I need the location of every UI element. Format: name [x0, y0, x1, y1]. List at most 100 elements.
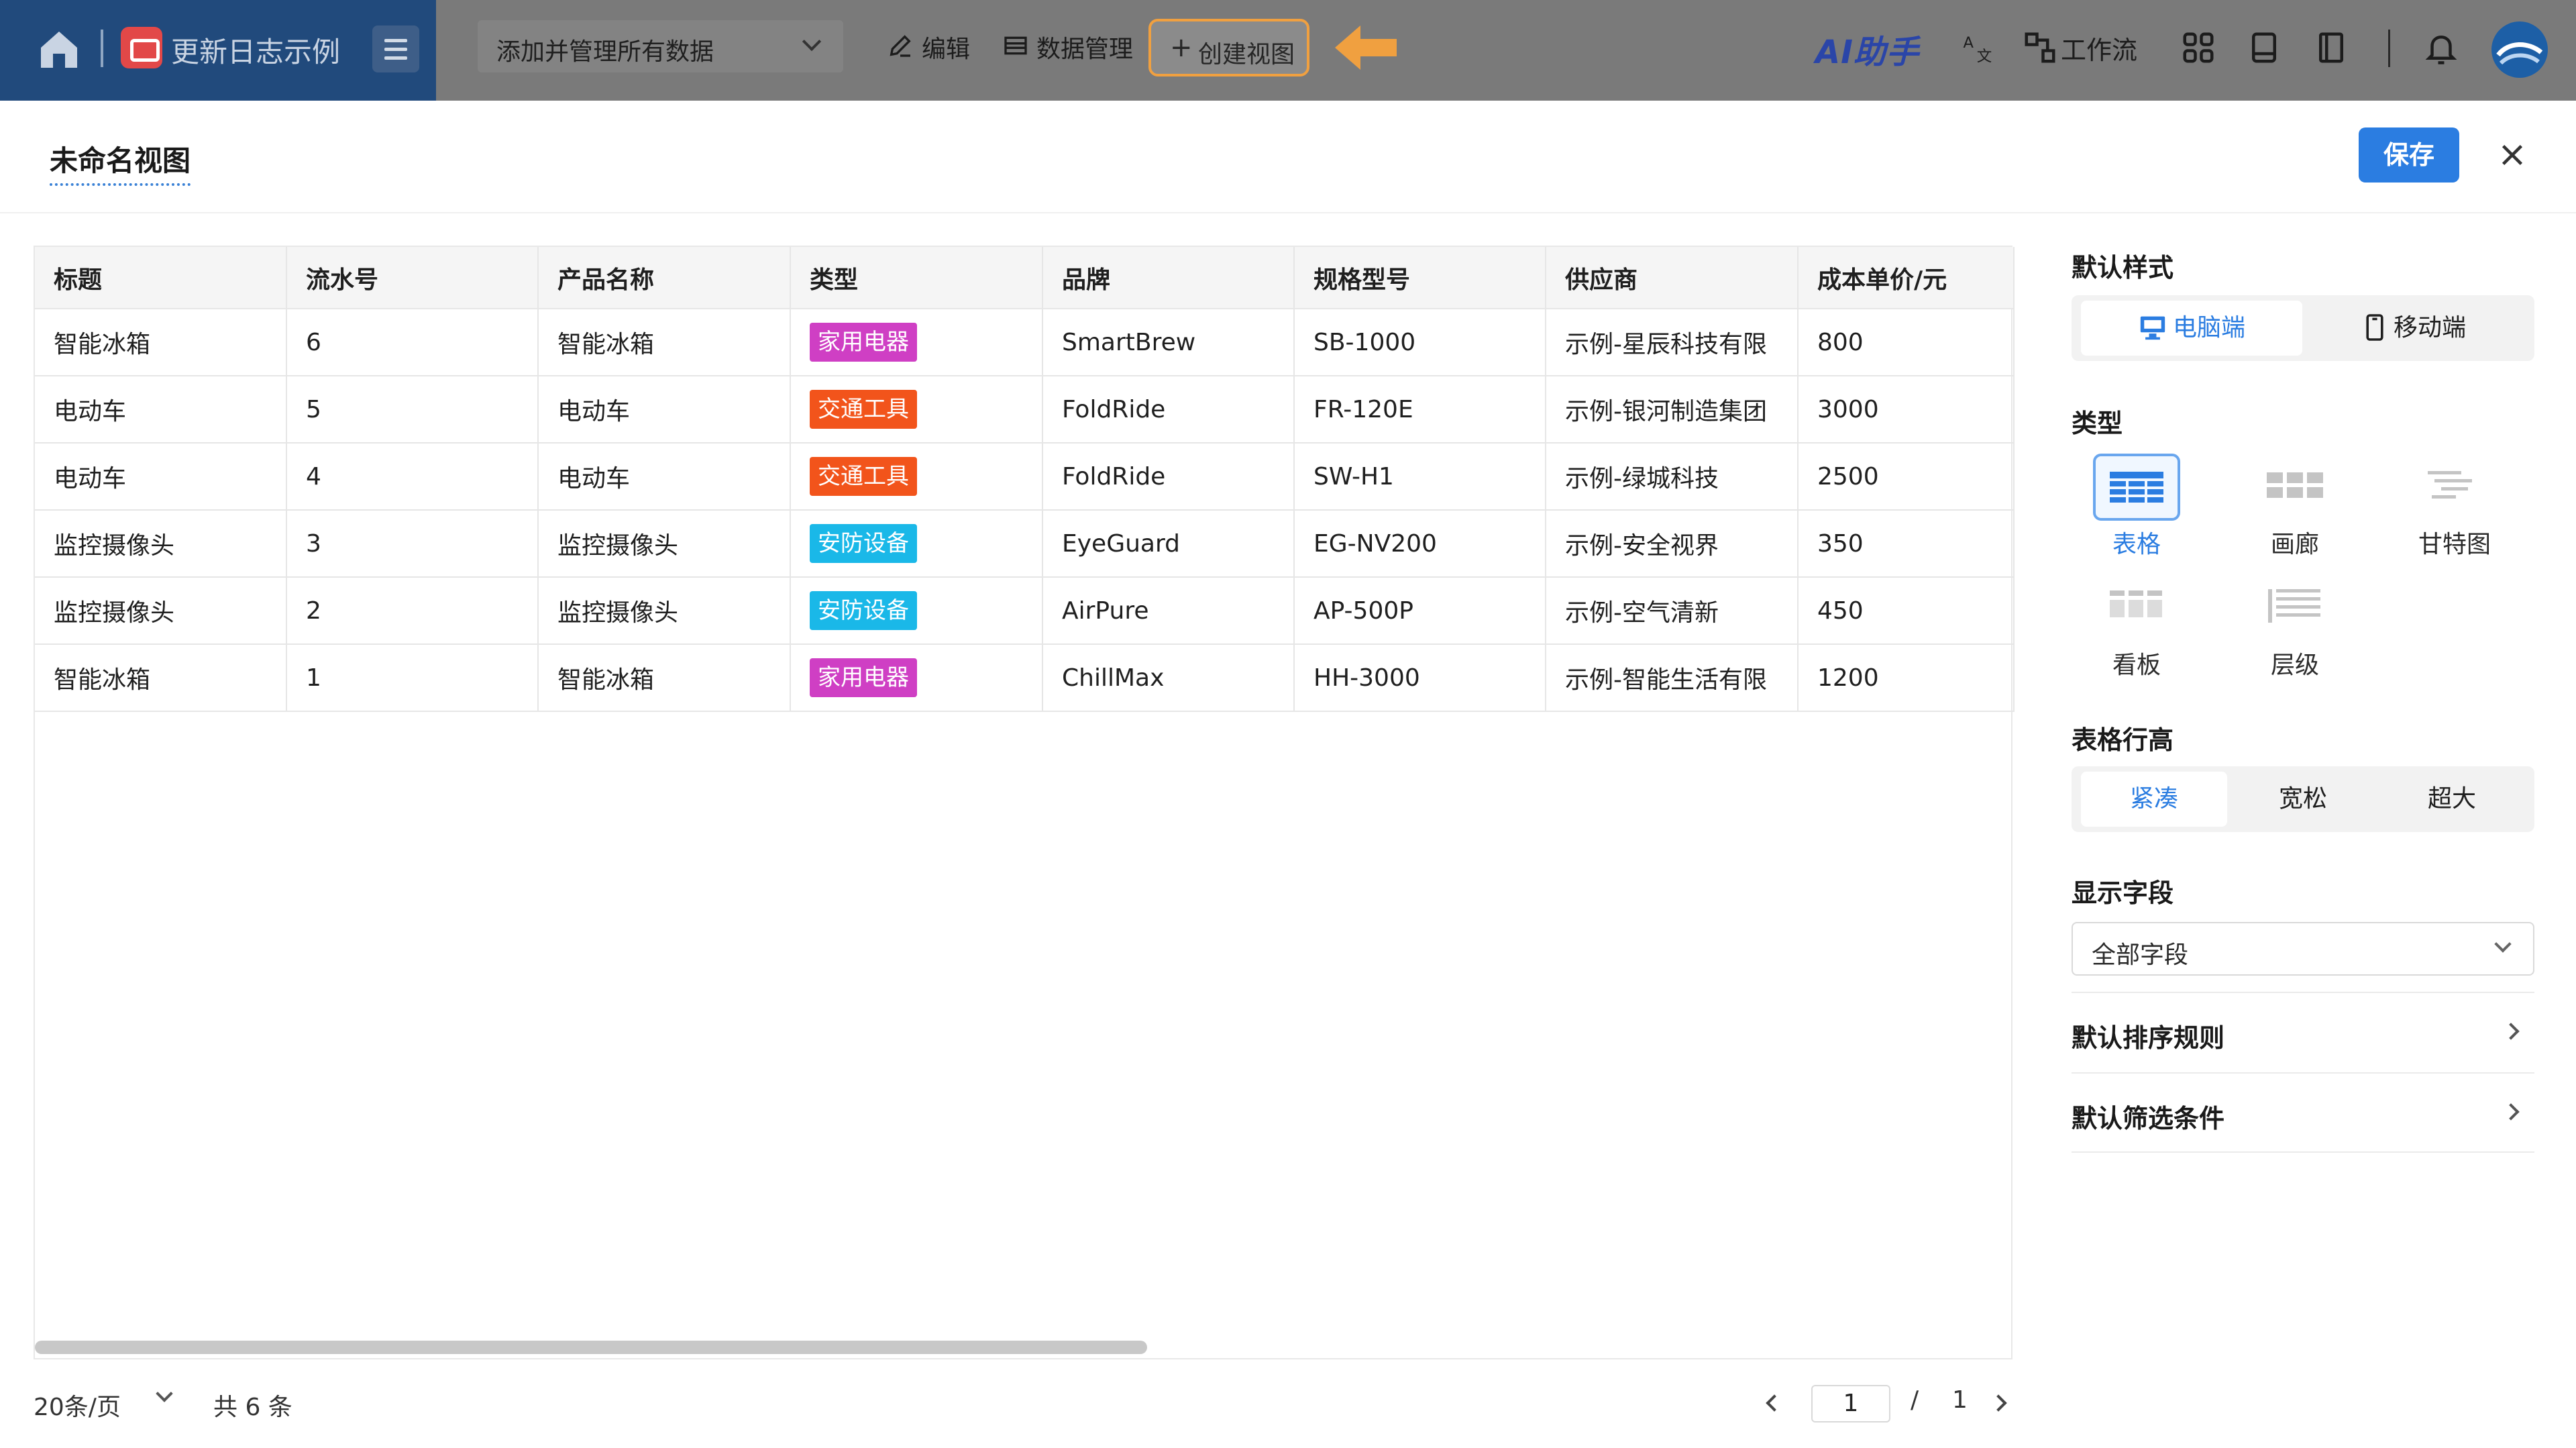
type-tag: 安防设备: [810, 524, 917, 563]
cell-title: 智能冰箱: [35, 644, 287, 712]
ai-assistant-button[interactable]: AI助手: [1815, 25, 1919, 72]
default-style-heading: 默认样式: [2072, 253, 2174, 282]
row-height-loose[interactable]: 宽松: [2230, 772, 2376, 827]
cell-product: 监控摄像头: [538, 577, 791, 645]
cell-cost: 1200: [1798, 644, 2015, 712]
page-size-select[interactable]: 20条/页: [34, 1388, 121, 1423]
page-number-input[interactable]: 1: [1811, 1385, 1890, 1423]
table-header-row: 标题 流水号 产品名称 类型 品牌 规格型号 供应商 成本单价/元: [35, 247, 2015, 309]
column-header[interactable]: 类型: [790, 247, 1043, 309]
chevron-right-icon[interactable]: [1990, 1394, 2007, 1412]
cell-serial: 4: [286, 443, 539, 511]
table-row[interactable]: 智能冰箱 6 智能冰箱 家用电器 SmartBrew SB-1000 示例-星辰…: [35, 309, 2015, 376]
apps-icon[interactable]: [2180, 30, 2216, 66]
page-separator: /: [1911, 1386, 1919, 1414]
table-view-icon: [2093, 454, 2180, 521]
desktop-label: 电脑端: [2172, 314, 2245, 342]
table-row[interactable]: 电动车 4 电动车 交通工具 FoldRide SW-H1 示例-绿城科技 25…: [35, 443, 2015, 511]
database-icon: [1004, 36, 1027, 55]
home-icon[interactable]: [35, 25, 83, 74]
cell-type: 家用电器: [790, 644, 1043, 712]
divider: [2388, 30, 2390, 67]
cell-product: 电动车: [538, 376, 791, 444]
fields-select-value: 全部字段: [2092, 941, 2189, 969]
fields-heading: 显示字段: [2072, 878, 2174, 908]
cell-title: 智能冰箱: [35, 309, 287, 376]
chevron-down-icon[interactable]: [156, 1385, 173, 1402]
row-height-compact[interactable]: 紧凑: [2081, 772, 2227, 827]
table-row[interactable]: 电动车 5 电动车 交通工具 FoldRide FR-120E 示例-银河制造集…: [35, 376, 2015, 444]
avatar[interactable]: [2491, 21, 2548, 78]
hierarchy-view-icon: [2251, 574, 2339, 641]
menu-icon[interactable]: [372, 25, 419, 72]
chevron-down-icon: [2494, 935, 2512, 953]
cell-cost: 450: [1798, 577, 2015, 645]
cell-brand: ChillMax: [1042, 644, 1295, 712]
create-view-button[interactable]: + 创建视图: [1148, 19, 1309, 76]
row-height-large[interactable]: 超大: [2379, 772, 2525, 827]
save-button[interactable]: 保存: [2359, 127, 2459, 183]
mobile-icon: [2366, 314, 2383, 341]
table-row[interactable]: 监控摄像头 3 监控摄像头 安防设备 EyeGuard EG-NV200 示例-…: [35, 510, 2015, 578]
cell-supplier: 示例-银河制造集团: [1546, 376, 1799, 444]
fields-select[interactable]: 全部字段: [2072, 922, 2534, 976]
data-table: 标题 流水号 产品名称 类型 品牌 规格型号 供应商 成本单价/元 智能冰箱 6…: [34, 246, 2015, 1359]
total-pages: 1: [1952, 1386, 1968, 1414]
column-header[interactable]: 标题: [35, 247, 287, 309]
cell-model: EG-NV200: [1294, 510, 1546, 578]
filter-rule-label: 默认筛选条件: [2072, 1104, 2225, 1133]
desktop-option[interactable]: 电脑端: [2081, 301, 2302, 356]
column-header[interactable]: 成本单价/元: [1798, 247, 2015, 309]
type-gantt-label: 甘特图: [2418, 531, 2491, 558]
translate-icon[interactable]: A 文: [1960, 30, 1996, 66]
cell-title: 电动车: [35, 443, 287, 511]
cell-brand: AirPure: [1042, 577, 1295, 645]
edit-button[interactable]: 编辑: [922, 30, 970, 64]
close-icon[interactable]: [2497, 140, 2528, 170]
sort-rule-row[interactable]: 默认排序规则: [2072, 992, 2534, 1072]
cell-brand: FoldRide: [1042, 443, 1295, 511]
cell-cost: 3000: [1798, 376, 2015, 444]
type-gallery[interactable]: 画廊: [2251, 454, 2339, 560]
divider: [101, 30, 103, 67]
row-height-switch: 紧凑 宽松 超大: [2072, 766, 2534, 832]
cell-supplier: 示例-绿城科技: [1546, 443, 1799, 511]
type-tag: 家用电器: [810, 323, 917, 362]
type-gantt[interactable]: 甘特图: [2411, 454, 2498, 560]
chevron-down-icon: [802, 32, 822, 52]
book-icon[interactable]: [2313, 30, 2349, 66]
arrow-left-icon: [1335, 25, 1397, 70]
table-row[interactable]: 监控摄像头 2 监控摄像头 安防设备 AirPure AP-500P 示例-空气…: [35, 577, 2015, 645]
data-manage-button[interactable]: 数据管理: [1036, 30, 1133, 64]
column-header[interactable]: 流水号: [286, 247, 539, 309]
top-bar: 更新日志示例 添加并管理所有数据 编辑 数据管理 + 创建视图 AI助手 A 文…: [0, 0, 2576, 101]
cell-serial: 1: [286, 644, 539, 712]
mobile-option[interactable]: 移动端: [2304, 301, 2525, 356]
column-header[interactable]: 供应商: [1546, 247, 1799, 309]
chevron-left-icon[interactable]: [1766, 1394, 1783, 1412]
view-name-input[interactable]: 未命名视图: [50, 138, 191, 186]
type-kanban[interactable]: 看板: [2093, 574, 2180, 680]
app-title[interactable]: 更新日志示例: [171, 30, 340, 70]
data-source-value: 添加并管理所有数据: [496, 38, 714, 66]
type-table-label: 表格: [2112, 531, 2161, 558]
type-table[interactable]: 表格: [2093, 454, 2180, 560]
column-header[interactable]: 品牌: [1042, 247, 1295, 309]
filter-rule-row[interactable]: 默认筛选条件: [2072, 1072, 2534, 1153]
cell-model: SB-1000: [1294, 309, 1546, 376]
sort-rule-label: 默认排序规则: [2072, 1023, 2225, 1053]
column-header[interactable]: 规格型号: [1294, 247, 1546, 309]
cell-product: 监控摄像头: [538, 510, 791, 578]
type-hierarchy[interactable]: 层级: [2251, 574, 2339, 680]
horizontal-scrollbar[interactable]: [35, 1341, 1147, 1354]
bell-icon[interactable]: [2423, 30, 2459, 66]
workflow-button[interactable]: 工作流: [2061, 30, 2137, 66]
tablet-icon[interactable]: [2246, 30, 2282, 66]
column-header[interactable]: 产品名称: [538, 247, 791, 309]
data-source-select[interactable]: 添加并管理所有数据: [478, 20, 843, 72]
cell-model: HH-3000: [1294, 644, 1546, 712]
cell-type: 安防设备: [790, 577, 1043, 645]
table-row[interactable]: 智能冰箱 1 智能冰箱 家用电器 ChillMax HH-3000 示例-智能生…: [35, 644, 2015, 712]
cell-supplier: 示例-空气清新: [1546, 577, 1799, 645]
type-heading: 类型: [2072, 409, 2123, 438]
